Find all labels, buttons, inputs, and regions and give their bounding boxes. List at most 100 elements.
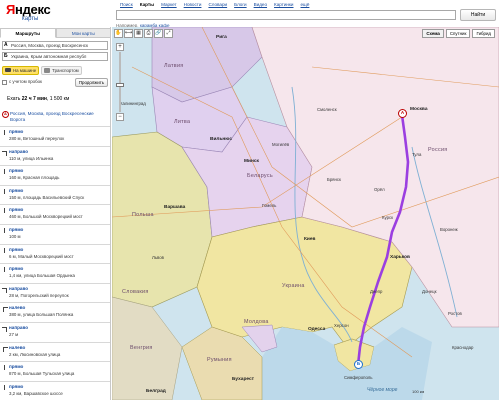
route-panel: Маршруты Мои карты А Россия, Москва, прое…: [0, 27, 111, 400]
route-step[interactable]: направо 27 м: [0, 321, 110, 342]
traffic-checkbox[interactable]: с учетом пробок: [2, 79, 42, 85]
route-step[interactable]: прямо 150 м, площадь Васильевский Спуск: [0, 184, 110, 205]
route-step[interactable]: направо 28 м, Погорельский переулок: [0, 282, 110, 303]
turn-right-icon: [2, 287, 7, 293]
step-direction: налево: [9, 344, 26, 350]
label-minsk: Минск: [244, 159, 259, 164]
turn-right-icon: [2, 150, 7, 156]
label-gomel: Гомель: [262, 203, 277, 208]
step-description: 280 м, Ветошный переулок: [9, 136, 65, 141]
route-step[interactable]: направо 110 м, улица Ильинка: [0, 145, 110, 166]
step-description: 380 м, улица Большая Полянка: [9, 312, 74, 318]
layers-icon[interactable]: ▦: [134, 29, 143, 38]
route-step[interactable]: прямо 280 м, Ветошный переулок: [0, 126, 110, 146]
turn-straight-icon: [2, 188, 7, 194]
label-kharkiv: Харьков: [390, 255, 410, 260]
nav-item-8[interactable]: ещё: [298, 0, 314, 9]
step-description: 160 м, Красная площадь: [9, 175, 60, 181]
turn-right-icon: [2, 326, 7, 332]
label-poland: Польша: [132, 212, 154, 218]
route-marker-b[interactable]: Б: [354, 360, 363, 369]
car-icon: [5, 68, 11, 72]
route-step[interactable]: прямо 460 м, Большой Москворецкий мост: [0, 204, 110, 224]
map-type-2[interactable]: Гибрид: [472, 29, 495, 38]
nav-item-1[interactable]: Карты: [137, 0, 158, 9]
route-step[interactable]: прямо 3,2 км, Варшавское шоссе: [0, 380, 110, 400]
zoom-slider[interactable]: [116, 52, 124, 112]
yandex-logo[interactable]: Яндекс карты: [6, 2, 62, 22]
step-direction: прямо: [9, 226, 24, 232]
logo-letter: Я: [6, 2, 16, 17]
route-step[interactable]: прямо 6 м, Малый Москворецкий мост: [0, 243, 110, 264]
logo-text: Яндекс: [6, 2, 62, 17]
nav-item-2[interactable]: Маркет: [158, 0, 181, 9]
turn-straight-icon: [2, 267, 7, 273]
label-tula: Тула: [412, 152, 422, 157]
fullscreen-icon[interactable]: ⤢: [164, 29, 173, 38]
search-button[interactable]: Найти: [460, 9, 496, 21]
step-description: 110 м, улица Ильинка: [9, 155, 54, 161]
label-mogilev: Могилёв: [272, 142, 290, 147]
map-type-1[interactable]: Спутник: [445, 29, 471, 38]
route-step[interactable]: налево 2 км, Люсиновская улица: [0, 341, 110, 362]
route-step[interactable]: налево 380 м, улица Большая Полянка: [0, 302, 110, 322]
label-vilnius: Вильнюс: [210, 137, 233, 142]
route-from-letter: А: [4, 42, 8, 48]
step-description: 460 м, Большой Москворецкий мост: [9, 214, 83, 220]
hand-icon[interactable]: ✋: [114, 29, 123, 38]
link-icon[interactable]: 🔗: [154, 29, 163, 38]
label-voronezh: Воронеж: [440, 227, 458, 232]
zoom-in-button[interactable]: +: [116, 43, 124, 51]
label-black-sea: Чёрное море: [367, 387, 398, 393]
nav-item-7[interactable]: Картинки: [271, 0, 297, 9]
ruler-icon[interactable]: ⟷: [124, 29, 133, 38]
nav-item-6[interactable]: Видео: [251, 0, 271, 9]
label-belgrade: Белград: [146, 389, 166, 394]
traffic-label: с учетом пробок: [9, 79, 42, 85]
route-step[interactable]: прямо 870 м, Большая Тульская улица: [0, 361, 110, 381]
route-marker-a[interactable]: А: [398, 109, 407, 118]
map-toolbar: ✋ ⟷ ▦ ⎙ 🔗 ⤢: [114, 29, 173, 38]
start-point-icon: А: [2, 111, 9, 118]
route-step[interactable]: прямо 160 м, Красная площадь: [0, 165, 110, 185]
print-icon[interactable]: ⎙: [144, 29, 153, 38]
nav-item-3[interactable]: Новости: [181, 0, 206, 9]
zoom-slider-thumb[interactable]: [116, 82, 124, 87]
label-kyiv: Киев: [304, 237, 316, 242]
route-to-field[interactable]: Б Украина, Крым автономная республ: [2, 52, 108, 61]
label-dnipro: Днепр: [370, 289, 383, 294]
nav-item-4[interactable]: Словари: [205, 0, 231, 9]
route-to-value: Украина, Крым автономная республ: [11, 54, 87, 59]
mode-transit-button[interactable]: Транспортом: [41, 65, 82, 75]
step-description: 3,2 км, Варшавское шоссе: [9, 390, 63, 396]
traffic-row: с учетом пробок Продолжить: [2, 77, 108, 87]
route-step[interactable]: прямо 100 м: [0, 223, 110, 244]
search-input[interactable]: [116, 10, 456, 20]
label-romania: Румыния: [207, 357, 232, 363]
step-direction: направо: [9, 285, 29, 291]
step-description: 28 м, Погорельский переулок: [9, 292, 69, 298]
extend-route-button[interactable]: Продолжить: [74, 77, 108, 87]
mode-car-label: На машине: [13, 67, 37, 73]
nav-item-0[interactable]: Поиск: [117, 0, 137, 9]
nav-item-5[interactable]: Блоги: [231, 0, 251, 9]
panel-tab-1[interactable]: Мои карты: [55, 28, 110, 38]
panel-tab-0[interactable]: Маршруты: [0, 28, 56, 38]
start-address: Россия, Москва, проезд Воскресенские Вор…: [10, 111, 94, 122]
label-lithuania: Литва: [174, 119, 191, 125]
map-view[interactable]: ✋ ⟷ ▦ ⎙ 🔗 ⤢ Схема Спутник Гибрид + − Латвия Лит…: [112, 27, 499, 400]
map-type-0[interactable]: Схема: [422, 29, 444, 38]
route-step[interactable]: прямо 1,4 км, улица Большая Ордынка: [0, 263, 110, 283]
step-direction: прямо: [9, 168, 24, 174]
bus-icon: [44, 67, 51, 73]
map-canvas: [112, 27, 499, 400]
route-start-point[interactable]: А Россия, Москва, проезд Воскресенские В…: [2, 111, 109, 122]
turn-straight-icon: [2, 169, 7, 175]
label-bryansk: Брянск: [327, 177, 341, 182]
route-from-field[interactable]: А Россия, Москва, проезд Воскресенск: [2, 41, 108, 50]
turn-straight-icon: [2, 130, 7, 135]
mode-car-button[interactable]: На машине: [2, 65, 40, 75]
turn-straight-icon: [2, 227, 7, 233]
label-riga: Рига: [216, 35, 227, 40]
zoom-out-button[interactable]: −: [116, 113, 124, 121]
